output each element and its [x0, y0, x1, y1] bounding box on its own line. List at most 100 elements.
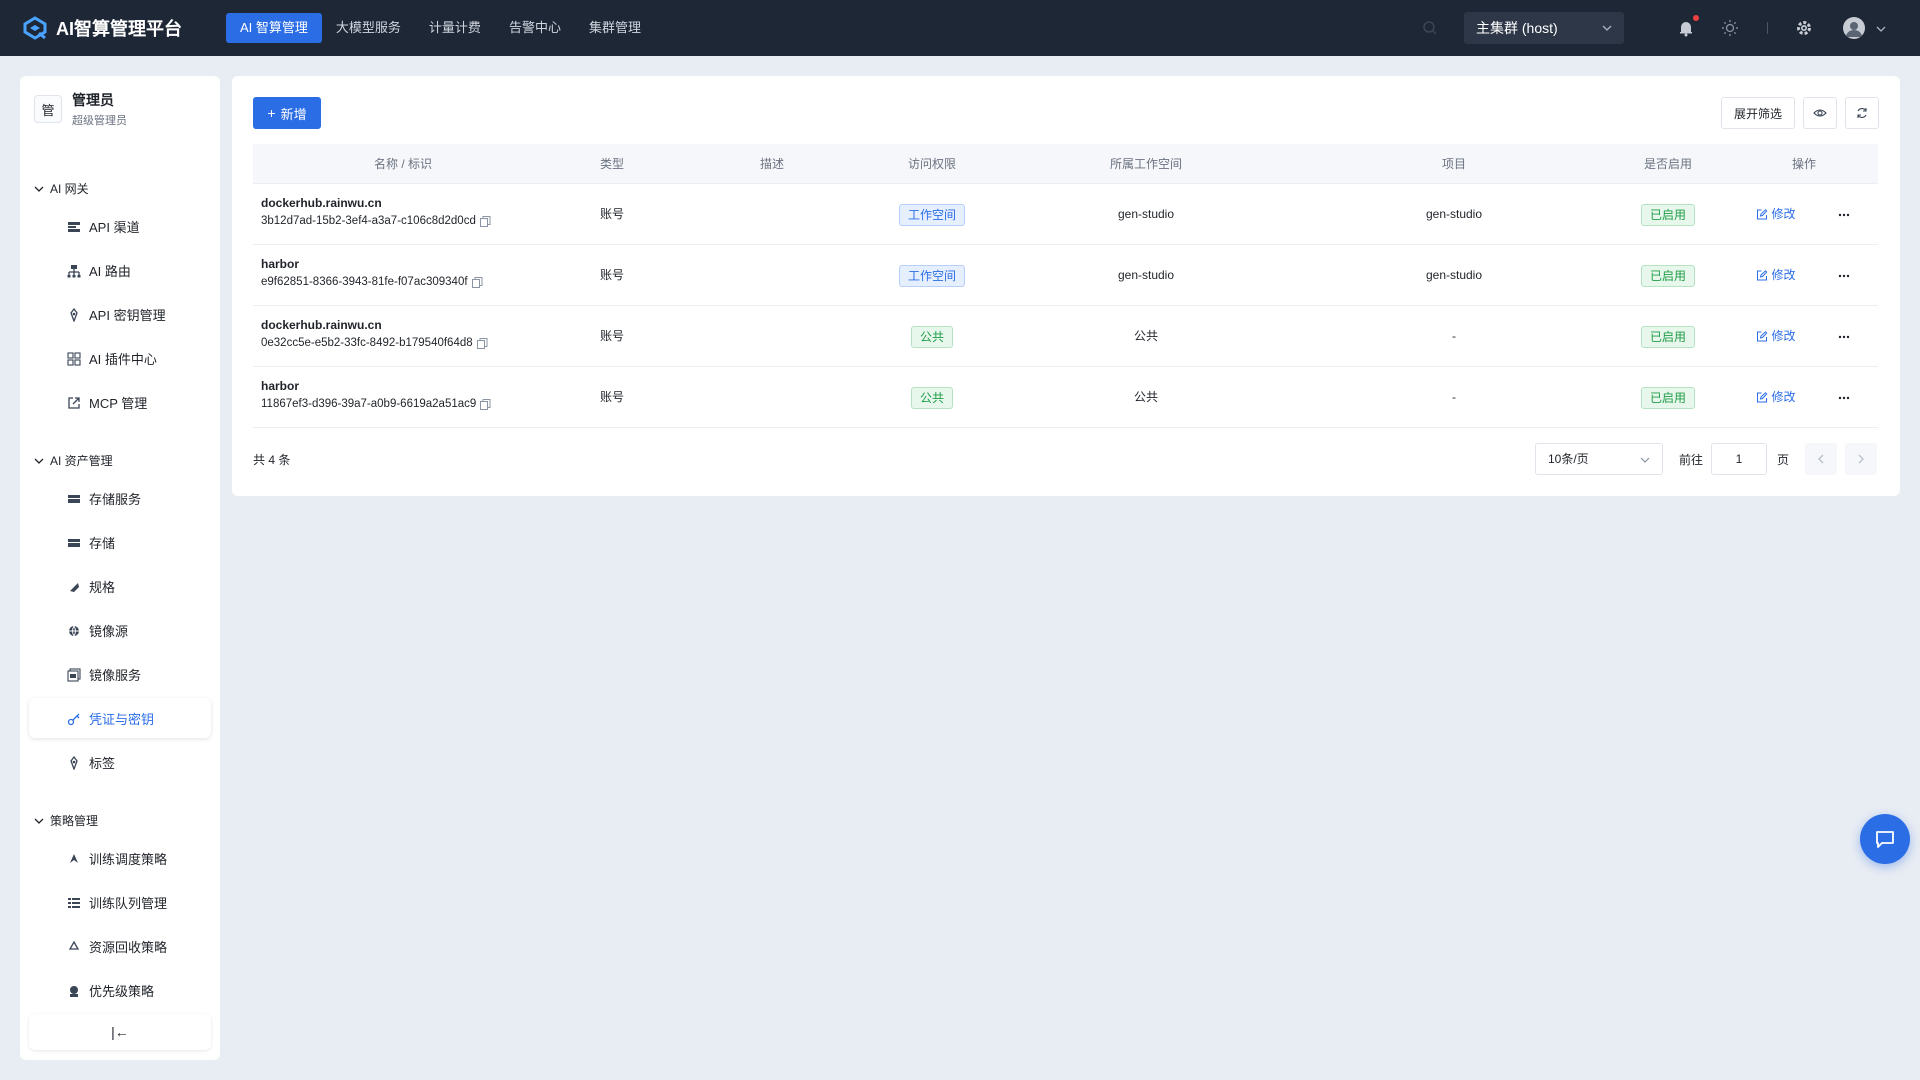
row-id: e9f62851-8366-3943-81fe-f07ac309340f — [261, 276, 483, 288]
cell-edit: 修改 — [1756, 367, 1796, 428]
copy-icon[interactable] — [476, 337, 488, 349]
goto-label: 前往 — [1679, 453, 1704, 467]
cluster-select[interactable]: 主集群 (host) — [1464, 12, 1624, 44]
access-tag: 工作空间 — [898, 264, 966, 287]
table-row[interactable]: harbor 11867ef3-d396-39a7-a0b9-6619a2a51… — [253, 367, 1878, 428]
sidebar-item-label: 凭证与密钥 — [89, 711, 155, 727]
sidebar-item-credentials[interactable]: 凭证与密钥 — [29, 698, 211, 738]
sidebar-item-storage[interactable]: 存储 — [29, 522, 211, 562]
chevron-right-icon — [1858, 454, 1864, 464]
status-badge: 已启用 — [1640, 203, 1696, 226]
cell-enabled: 已启用 — [1640, 245, 1696, 306]
next-page-button[interactable] — [1845, 443, 1877, 475]
sidebar-item-train-queue[interactable]: 训练队列管理 — [29, 882, 211, 922]
copy-icon[interactable] — [471, 276, 483, 288]
nav-ai-compute[interactable]: AI 智算管理 — [226, 13, 322, 43]
more-icon[interactable] — [1837, 269, 1851, 283]
expand-filter-button[interactable]: 展开筛选 — [1721, 97, 1795, 129]
cell-enabled: 已启用 — [1640, 306, 1696, 367]
sidebar-item-label: 标签 — [89, 755, 116, 771]
route-icon — [67, 265, 81, 278]
visibility-button[interactable] — [1803, 97, 1837, 129]
access-tag: 公共 — [910, 325, 954, 348]
edit-link[interactable]: 修改 — [1756, 184, 1796, 245]
bell-icon[interactable] — [1676, 18, 1696, 38]
cell-enabled: 已启用 — [1640, 184, 1696, 245]
gear-icon[interactable] — [1794, 18, 1814, 38]
main-panel: + 新增 展开筛选 名称 / 标识 类型 描述 访问权限 所属工作空间 项目 是… — [232, 76, 1900, 496]
edit-link[interactable]: 修改 — [1756, 306, 1796, 367]
nav-billing[interactable]: 计量计费 — [415, 13, 495, 43]
nav-alerts[interactable]: 告警中心 — [495, 13, 575, 43]
edit-icon — [1756, 209, 1768, 220]
page-size-select[interactable]: 10条/页 — [1535, 443, 1663, 475]
sidebar-item-tags[interactable]: 标签 — [29, 742, 211, 782]
sidebar-item-api-key[interactable]: API 密钥管理 — [29, 294, 211, 334]
cell-type: 账号 — [599, 390, 625, 404]
sidebar-item-api-channel[interactable]: API 渠道 — [29, 206, 211, 246]
copy-icon[interactable] — [480, 398, 491, 410]
edit-link[interactable]: 修改 — [1756, 367, 1796, 428]
sidebar-item-spec[interactable]: 规格 — [29, 566, 211, 606]
nav-cluster[interactable]: 集群管理 — [575, 13, 655, 43]
search-icon[interactable] — [1420, 18, 1440, 38]
table-row[interactable]: harbor e9f62851-8366-3943-81fe-f07ac3093… — [253, 245, 1878, 306]
menu-group-ai-gateway[interactable]: AI 网关 — [34, 180, 89, 197]
edit-label: 修改 — [1771, 329, 1796, 343]
more-icon[interactable] — [1837, 391, 1851, 405]
more-icon[interactable] — [1837, 208, 1851, 222]
access-tag: 工作空间 — [898, 203, 966, 226]
sidebar-item-mcp[interactable]: MCP 管理 — [29, 382, 211, 422]
row-name: harbor — [261, 379, 300, 393]
sidebar-item-label: 训练队列管理 — [89, 895, 168, 911]
table-row[interactable]: dockerhub.rainwu.cn 3b12d7ad-15b2-3ef4-a… — [253, 184, 1878, 245]
page-unit-label: 页 — [1777, 453, 1790, 467]
page-size-value: 10条/页 — [1548, 452, 1589, 466]
chevron-down-icon[interactable] — [1876, 24, 1886, 34]
disk-icon — [68, 539, 80, 547]
page-number-input[interactable]: 1 — [1711, 443, 1767, 475]
col-workspace: 所属工作空间 — [1109, 157, 1183, 171]
add-button[interactable]: + 新增 — [253, 97, 321, 129]
sidebar-item-priority[interactable]: 优先级策略 — [29, 970, 211, 1010]
cell-project: - — [1452, 329, 1456, 343]
avatar-person-icon — [1846, 22, 1862, 37]
more-icon[interactable] — [1837, 330, 1851, 344]
menu-group-policy[interactable]: 策略管理 — [34, 812, 98, 829]
top-nav: AI 智算管理 大模型服务 计量计费 告警中心 集群管理 — [226, 13, 655, 43]
table-row[interactable]: dockerhub.rainwu.cn 0e32cc5e-e5b2-33fc-8… — [253, 306, 1878, 367]
plugin-grid-icon — [67, 352, 81, 366]
sidebar-item-label: 规格 — [89, 579, 116, 595]
sidebar-item-storage-service[interactable]: 存储服务 — [29, 478, 211, 518]
cell-edit: 修改 — [1756, 306, 1796, 367]
row-id: 0e32cc5e-e5b2-33fc-8492-b179540f64d8 — [261, 337, 488, 349]
prev-page-button[interactable] — [1805, 443, 1837, 475]
sidebar-item-train-schedule[interactable]: 训练调度策略 — [29, 838, 211, 878]
cell-type: 账号 — [599, 329, 625, 343]
sidebar-item-image-source[interactable]: 镜像源 — [29, 610, 211, 650]
collapse-sidebar-button[interactable]: |← — [29, 1014, 211, 1050]
sidebar-item-image-service[interactable]: 镜像服务 — [29, 654, 211, 694]
user-avatar[interactable] — [1843, 17, 1865, 39]
copy-icon[interactable] — [479, 215, 491, 227]
add-button-label: 新增 — [280, 106, 307, 122]
sidebar-item-plugin-center[interactable]: AI 插件中心 — [29, 338, 211, 378]
sidebar-item-ai-route[interactable]: AI 路由 — [29, 250, 211, 290]
nav-llm-service[interactable]: 大模型服务 — [322, 13, 415, 43]
menu-group-ai-assets[interactable]: AI 资产管理 — [34, 452, 113, 469]
status-badge: 已启用 — [1640, 386, 1696, 409]
sidebar-item-resource-recycle[interactable]: 资源回收策略 — [29, 926, 211, 966]
chat-button[interactable] — [1860, 814, 1910, 864]
row-id: 11867ef3-d396-39a7-a0b9-6619a2a51ac9 — [261, 398, 491, 410]
chevron-down-icon — [34, 818, 44, 824]
top-bar: AI智算管理平台 AI 智算管理 大模型服务 计量计费 告警中心 集群管理 主集… — [0, 0, 1920, 56]
sidebar-item-label: 资源回收策略 — [89, 939, 168, 955]
sun-icon[interactable] — [1720, 18, 1740, 38]
brand[interactable]: AI智算管理平台 — [22, 15, 202, 41]
edit-link[interactable]: 修改 — [1756, 245, 1796, 306]
priority-icon — [70, 986, 78, 997]
cell-workspace: 公共 — [1133, 329, 1159, 343]
credentials-table: 名称 / 标识 类型 描述 访问权限 所属工作空间 项目 是否启用 操作 doc… — [253, 144, 1878, 428]
col-enabled: 是否启用 — [1643, 157, 1693, 171]
refresh-button[interactable] — [1845, 97, 1879, 129]
